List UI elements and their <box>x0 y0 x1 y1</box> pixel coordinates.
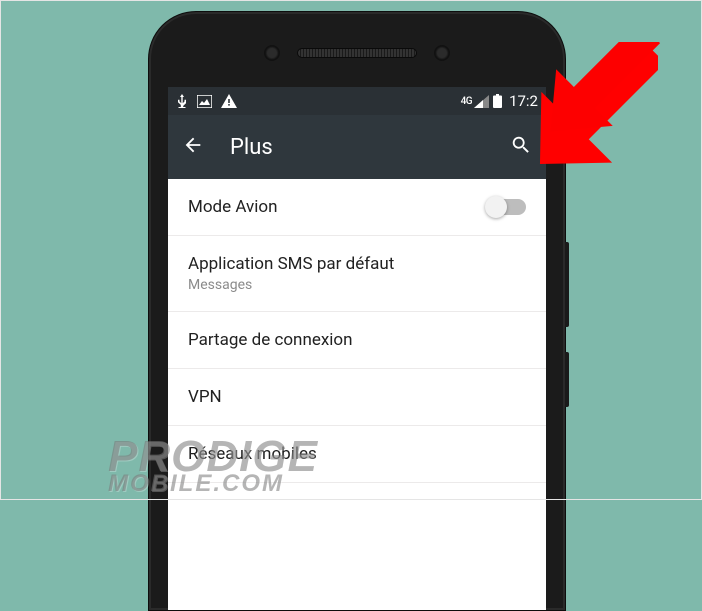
battery-icon <box>493 94 502 108</box>
image-icon <box>197 95 212 108</box>
phone-sensor <box>264 45 280 61</box>
network-type: 4G <box>461 96 473 107</box>
toggle-knob <box>485 196 507 218</box>
row-label: Partage de connexion <box>188 330 526 350</box>
usb-icon <box>176 94 188 108</box>
phone-side-button-2 <box>565 352 569 407</box>
row-vpn[interactable]: VPN <box>168 369 546 426</box>
row-label: Mode Avion <box>188 197 486 217</box>
row-label: VPN <box>188 387 526 407</box>
warning-icon <box>221 94 237 108</box>
watermark: PRODIGE MOBILE.COM <box>108 438 318 494</box>
row-label: Application SMS par défaut <box>188 254 526 274</box>
row-value: Messages <box>188 277 526 293</box>
clock: 17:2 <box>509 92 538 110</box>
signal-icon <box>474 95 489 108</box>
phone-earpiece <box>297 48 417 58</box>
status-bar: 4G 17:2 <box>168 87 546 115</box>
airplane-toggle[interactable] <box>486 199 526 215</box>
phone-side-button <box>565 242 569 327</box>
search-button[interactable] <box>510 134 532 160</box>
row-airplane-mode[interactable]: Mode Avion <box>168 179 546 236</box>
app-bar: Plus <box>168 115 546 179</box>
screen: 4G 17:2 Plus Mode Avion <box>168 87 546 610</box>
row-tethering[interactable]: Partage de connexion <box>168 312 546 369</box>
row-default-sms-app[interactable]: Application SMS par défaut Messages <box>168 236 546 312</box>
phone-camera <box>434 45 450 61</box>
back-button[interactable] <box>182 134 204 160</box>
page-title: Plus <box>230 135 273 160</box>
phone-frame: 4G 17:2 Plus Mode Avion <box>148 11 566 611</box>
